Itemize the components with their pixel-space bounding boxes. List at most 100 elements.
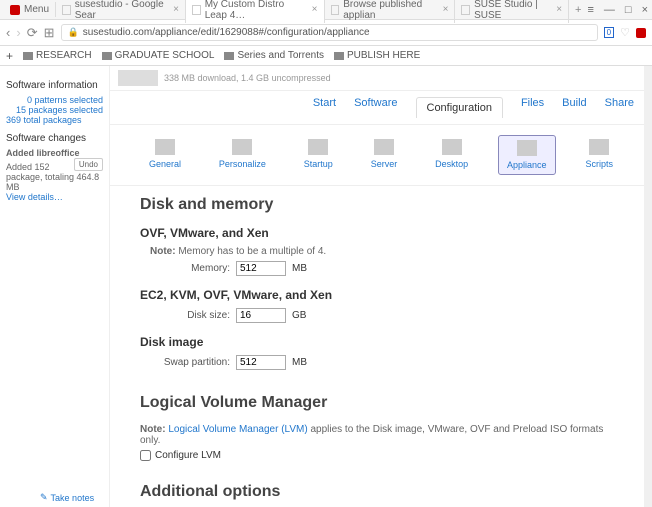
favicon-icon xyxy=(461,5,470,15)
disk-memory-section: Disk and memory OVF, VMware, and Xen Not… xyxy=(110,186,652,384)
google-icon xyxy=(62,5,71,15)
folder-icon xyxy=(102,52,112,60)
gb-unit: GB xyxy=(292,310,306,321)
swap-input[interactable] xyxy=(236,355,286,370)
scrollbar[interactable] xyxy=(644,66,652,507)
bookmark-folder[interactable]: GRADUATE SCHOOL xyxy=(102,50,215,61)
add-bookmark-icon[interactable]: + xyxy=(6,49,13,63)
download-size-text: 338 MB download, 1.4 GB uncompressed xyxy=(164,73,331,83)
opera-menu-button[interactable]: Menu xyxy=(4,2,56,17)
minimize-icon[interactable]: — xyxy=(604,4,615,16)
close-icon[interactable]: × xyxy=(312,4,318,15)
browser-tab-active[interactable]: My Custom Distro Leap 4…× xyxy=(186,0,325,23)
patterns-link[interactable]: 0 patterns selected xyxy=(6,95,103,105)
memory-note: Memory has to be a multiple of 4. xyxy=(178,246,326,257)
personalize-icon xyxy=(232,139,252,155)
scripts-icon xyxy=(589,139,609,155)
menu-icon[interactable]: ≡ xyxy=(587,4,593,16)
favicon-icon xyxy=(192,5,201,15)
subtab-personalize[interactable]: Personalize xyxy=(211,135,274,175)
added-libreoffice: Added libreofficeUndo xyxy=(6,148,103,158)
additional-options-heading: Additional options xyxy=(140,483,622,501)
tab-software[interactable]: Software xyxy=(354,97,397,118)
lock-icon: 🔒 xyxy=(68,27,79,38)
disk-memory-heading: Disk and memory xyxy=(140,196,622,214)
heart-icon[interactable]: ♡ xyxy=(620,26,630,39)
general-icon xyxy=(155,139,175,155)
top-info-bar: 338 MB download, 1.4 GB uncompressed xyxy=(110,66,652,91)
configure-lvm-checkbox[interactable] xyxy=(140,450,151,461)
disk-size-label: Disk size: xyxy=(160,310,230,321)
subtab-scripts[interactable]: Scripts xyxy=(577,135,621,175)
main-panel: 338 MB download, 1.4 GB uncompressed Sta… xyxy=(110,66,652,507)
subtab-startup[interactable]: Startup xyxy=(296,135,341,175)
tab-build[interactable]: Build xyxy=(562,97,586,118)
packages-link[interactable]: 15 packages selected xyxy=(6,105,103,115)
config-subtabs: General Personalize Startup Server Deskt… xyxy=(110,125,652,186)
subtab-server[interactable]: Server xyxy=(363,135,406,175)
forward-icon[interactable]: › xyxy=(16,25,20,40)
mb-unit: MB xyxy=(292,357,307,368)
url-bar: ‹ › ⟳ ⊞ 🔒 susestudio.com/appliance/edit/… xyxy=(0,20,652,46)
opera-icon xyxy=(10,5,20,15)
pencil-icon: ✎ xyxy=(40,492,48,503)
browser-tab[interactable]: SUSE Studio | SUSE× xyxy=(455,0,569,23)
nav-tabs: Start Software Configuration Files Build… xyxy=(110,91,652,125)
favicon-icon xyxy=(331,5,340,15)
appliance-icon xyxy=(517,140,537,156)
maximize-icon[interactable]: □ xyxy=(625,4,632,16)
close-icon[interactable]: × xyxy=(443,4,449,15)
apps-icon[interactable]: ⊞ xyxy=(44,25,55,41)
bookmark-folder[interactable]: RESEARCH xyxy=(23,50,92,61)
software-changes-heading: Software changes xyxy=(6,133,103,144)
memory-input[interactable] xyxy=(236,261,286,276)
extension-icon[interactable] xyxy=(636,28,646,38)
appliance-thumb xyxy=(118,70,158,86)
total-packages-link[interactable]: 369 total packages xyxy=(6,115,103,125)
url-text: susestudio.com/appliance/edit/1629088#/c… xyxy=(83,27,370,38)
startup-icon xyxy=(308,139,328,155)
subtab-appliance[interactable]: Appliance xyxy=(498,135,556,175)
bookmark-folder[interactable]: PUBLISH HERE xyxy=(334,50,420,61)
sidebar: Software information 0 patterns selected… xyxy=(0,66,110,507)
view-details-link[interactable]: View details… xyxy=(6,192,103,202)
tab-start[interactable]: Start xyxy=(313,97,336,118)
reload-icon[interactable]: ⟳ xyxy=(27,25,38,41)
new-tab-button[interactable]: + xyxy=(569,4,587,16)
folder-icon xyxy=(23,52,33,60)
lvm-link[interactable]: Logical Volume Manager (LVM) xyxy=(168,424,307,435)
server-icon xyxy=(374,139,394,155)
memory-label: Memory: xyxy=(160,263,230,274)
subtab-desktop[interactable]: Desktop xyxy=(427,135,476,175)
close-window-icon[interactable]: × xyxy=(642,4,648,16)
lvm-section: Logical Volume Manager Note: Logical Vol… xyxy=(110,384,652,473)
ovf-heading: OVF, VMware, and Xen xyxy=(140,226,622,240)
close-icon[interactable]: × xyxy=(556,4,562,15)
browser-tab[interactable]: susestudio - Google Sear× xyxy=(56,0,186,23)
subtab-general[interactable]: General xyxy=(141,135,189,175)
folder-icon xyxy=(224,52,234,60)
address-input[interactable]: 🔒 susestudio.com/appliance/edit/1629088#… xyxy=(61,24,598,41)
disk-size-input[interactable] xyxy=(236,308,286,323)
additional-options-section: Additional options Add live installer to… xyxy=(110,473,652,507)
bookmarks-bar: + RESEARCH GRADUATE SCHOOL Series and To… xyxy=(0,46,652,66)
shield-badge[interactable]: 0 xyxy=(604,27,614,38)
ec2-heading: EC2, KVM, OVF, VMware, and Xen xyxy=(140,288,622,302)
folder-icon xyxy=(334,52,344,60)
desktop-icon xyxy=(442,139,462,155)
software-info-heading: Software information xyxy=(6,80,103,91)
take-notes-link[interactable]: ✎Take notes xyxy=(40,492,94,503)
mb-unit: MB xyxy=(292,263,307,274)
undo-button[interactable]: Undo xyxy=(74,158,103,171)
disk-image-heading: Disk image xyxy=(140,335,622,349)
tab-files[interactable]: Files xyxy=(521,97,544,118)
bookmark-folder[interactable]: Series and Torrents xyxy=(224,50,324,61)
tab-configuration[interactable]: Configuration xyxy=(416,97,503,118)
close-icon[interactable]: × xyxy=(173,4,179,15)
swap-label: Swap partition: xyxy=(160,357,230,368)
browser-titlebar: Menu susestudio - Google Sear× My Custom… xyxy=(0,0,652,20)
configure-lvm-label: Configure LVM xyxy=(155,450,221,461)
tab-share[interactable]: Share xyxy=(605,97,634,118)
back-icon[interactable]: ‹ xyxy=(6,25,10,40)
browser-tab[interactable]: Browse published applian× xyxy=(325,0,456,23)
